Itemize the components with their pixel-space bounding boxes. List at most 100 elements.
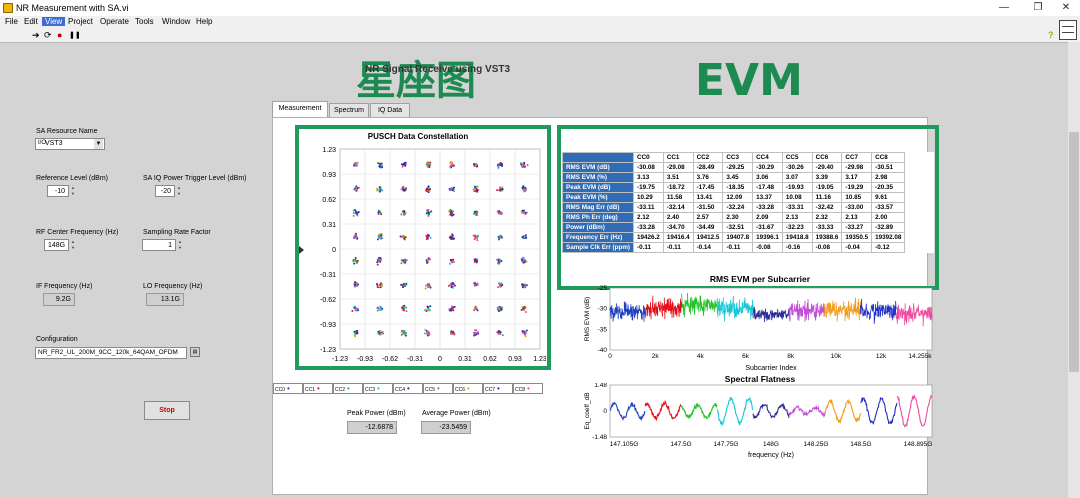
constellation-point bbox=[474, 189, 477, 192]
constellation-point bbox=[400, 163, 403, 166]
table-row-header: Peak EVM (dB) bbox=[561, 182, 635, 193]
constellation-point bbox=[497, 262, 500, 265]
menu-view[interactable]: View bbox=[42, 17, 66, 26]
constellation-point bbox=[379, 283, 382, 286]
table-column-header: CC3 bbox=[722, 152, 754, 163]
constellation-point bbox=[379, 308, 382, 311]
help-icon[interactable]: ? bbox=[1048, 31, 1054, 40]
constellation-point bbox=[525, 236, 528, 239]
ref-level-stepper[interactable]: ▲ ▼ bbox=[70, 185, 76, 197]
abort-execution-icon[interactable]: ● bbox=[57, 31, 62, 40]
table-cell: -18.35 bbox=[722, 182, 754, 193]
scrollbar-thumb[interactable] bbox=[1069, 132, 1079, 372]
constellation-point bbox=[354, 164, 357, 167]
sampling-input[interactable]: 1 bbox=[142, 239, 176, 251]
menu-operate[interactable]: Operate bbox=[97, 17, 132, 26]
x-tick-label: 2k bbox=[652, 353, 660, 360]
menu-project[interactable]: Project bbox=[65, 17, 96, 26]
x-tick-label: -0.93 bbox=[357, 356, 373, 363]
run-continuously-icon[interactable]: ⟳ bbox=[44, 31, 52, 40]
x-tick-label: 12k bbox=[876, 353, 887, 360]
y-axis-label: Eq_coeff_dB bbox=[584, 392, 591, 429]
maximize-button[interactable]: ❐ bbox=[1024, 1, 1052, 15]
table-cell: -31.50 bbox=[692, 202, 724, 213]
table-cell: 2.57 bbox=[692, 212, 724, 223]
menu-tools[interactable]: Tools bbox=[132, 17, 157, 26]
trigger-input[interactable]: -20 bbox=[155, 185, 175, 197]
close-button[interactable]: ✕ bbox=[1052, 1, 1080, 15]
constellation-point bbox=[449, 332, 452, 335]
constellation-point bbox=[496, 210, 499, 213]
legend-item: CC0 • bbox=[273, 383, 303, 394]
constellation-point bbox=[497, 286, 500, 289]
window-title: NR Measurement with SA.vi bbox=[16, 3, 129, 13]
constellation-point bbox=[453, 305, 456, 308]
constellation-point bbox=[452, 309, 455, 312]
pause-icon[interactable]: ❚❚ bbox=[69, 31, 81, 40]
constellation-point bbox=[522, 261, 525, 264]
minimize-button[interactable]: — bbox=[990, 1, 1018, 15]
constellation-point bbox=[498, 330, 501, 333]
legend-label: CC6 bbox=[455, 387, 466, 393]
chevron-down-icon[interactable]: ▼ bbox=[94, 139, 103, 149]
stop-button[interactable]: Stop bbox=[144, 401, 190, 420]
avg-power-indicator: -23.5459 bbox=[421, 421, 471, 434]
constellation-point bbox=[428, 234, 431, 237]
menu-window[interactable]: Window bbox=[159, 17, 193, 26]
constellation-point bbox=[378, 256, 381, 259]
constellation-point bbox=[381, 166, 384, 169]
constellation-point bbox=[403, 213, 406, 216]
constellation-point bbox=[453, 237, 456, 240]
constellation-point bbox=[451, 189, 454, 192]
title-bar: NR Measurement with SA.vi — ❐ ✕ bbox=[0, 0, 1080, 16]
x-tick-label: 8k bbox=[787, 353, 795, 360]
menu-file[interactable]: File bbox=[2, 17, 21, 26]
constellation-point bbox=[381, 330, 384, 333]
constellation-point bbox=[475, 306, 478, 309]
constellation-point bbox=[426, 334, 429, 337]
legend-swatch-icon: • bbox=[317, 384, 320, 393]
center-freq-input[interactable]: 148G bbox=[44, 239, 69, 251]
spectral-flatness-chart: 1.48 0 -1.48147.105G 147.5G 147.75G 148G 148.2… bbox=[584, 383, 933, 459]
constellation-point bbox=[452, 213, 455, 216]
trigger-stepper[interactable]: ▲ ▼ bbox=[176, 185, 182, 197]
constellation-point bbox=[451, 282, 454, 285]
menu-edit[interactable]: Edit bbox=[21, 17, 41, 26]
table-cell: 2.00 bbox=[871, 212, 906, 223]
constellation-point bbox=[377, 332, 380, 335]
run-arrow-icon[interactable]: ➔ bbox=[32, 31, 40, 40]
constellation-legend: CC0 • CC1 • CC2 • CC3 • CC4 • CC5 • CC6 • CC7 • CC8 • bbox=[273, 383, 545, 394]
y-tick-label: 0.93 bbox=[322, 172, 336, 179]
config-browse-icon[interactable]: ▤ bbox=[190, 347, 200, 357]
config-value: NR_FR2_UL_200M_9CC_120k_64QAM_OFDM bbox=[38, 349, 178, 356]
table-cell: 11.58 bbox=[662, 192, 694, 203]
tab-spectrum[interactable]: Spectrum bbox=[329, 103, 369, 117]
constellation-point bbox=[474, 284, 477, 287]
legend-item: CC6 • bbox=[453, 383, 483, 394]
lo-freq-indicator: 13.1G bbox=[146, 293, 184, 306]
constellation-point bbox=[473, 332, 476, 335]
constellation-point bbox=[399, 235, 402, 238]
x-tick-label: 148.5G bbox=[850, 441, 871, 448]
y-tick-label: 0 bbox=[603, 408, 607, 415]
sampling-stepper[interactable]: ▲ ▼ bbox=[177, 239, 183, 251]
resource-select[interactable]: I/O VST3 ▼ bbox=[35, 138, 105, 150]
center-freq-stepper[interactable]: ▲ ▼ bbox=[70, 239, 76, 251]
constellation-point bbox=[353, 285, 356, 288]
constellation-point bbox=[376, 286, 379, 289]
constellation-point bbox=[452, 186, 455, 189]
tab-iq-data[interactable]: IQ Data bbox=[370, 103, 410, 117]
avg-power-label: Average Power (dBm) bbox=[422, 410, 491, 417]
vertical-scrollbar[interactable] bbox=[1068, 42, 1080, 498]
y-axis-label: RMS EVM (dB) bbox=[584, 297, 591, 341]
config-select[interactable]: NR_FR2_UL_200M_9CC_120k_64QAM_OFDM bbox=[35, 347, 187, 359]
constellation-point bbox=[402, 261, 405, 264]
menu-help[interactable]: Help bbox=[193, 17, 215, 26]
constellation-point bbox=[524, 331, 527, 334]
tab-measurement[interactable]: Measurement bbox=[272, 101, 328, 117]
constellation-point bbox=[354, 281, 357, 284]
constellation-point bbox=[497, 310, 500, 313]
if-freq-label: IF Frequency (Hz) bbox=[36, 283, 93, 290]
ref-level-input[interactable]: -10 bbox=[47, 185, 69, 197]
constellation-point bbox=[524, 283, 527, 286]
